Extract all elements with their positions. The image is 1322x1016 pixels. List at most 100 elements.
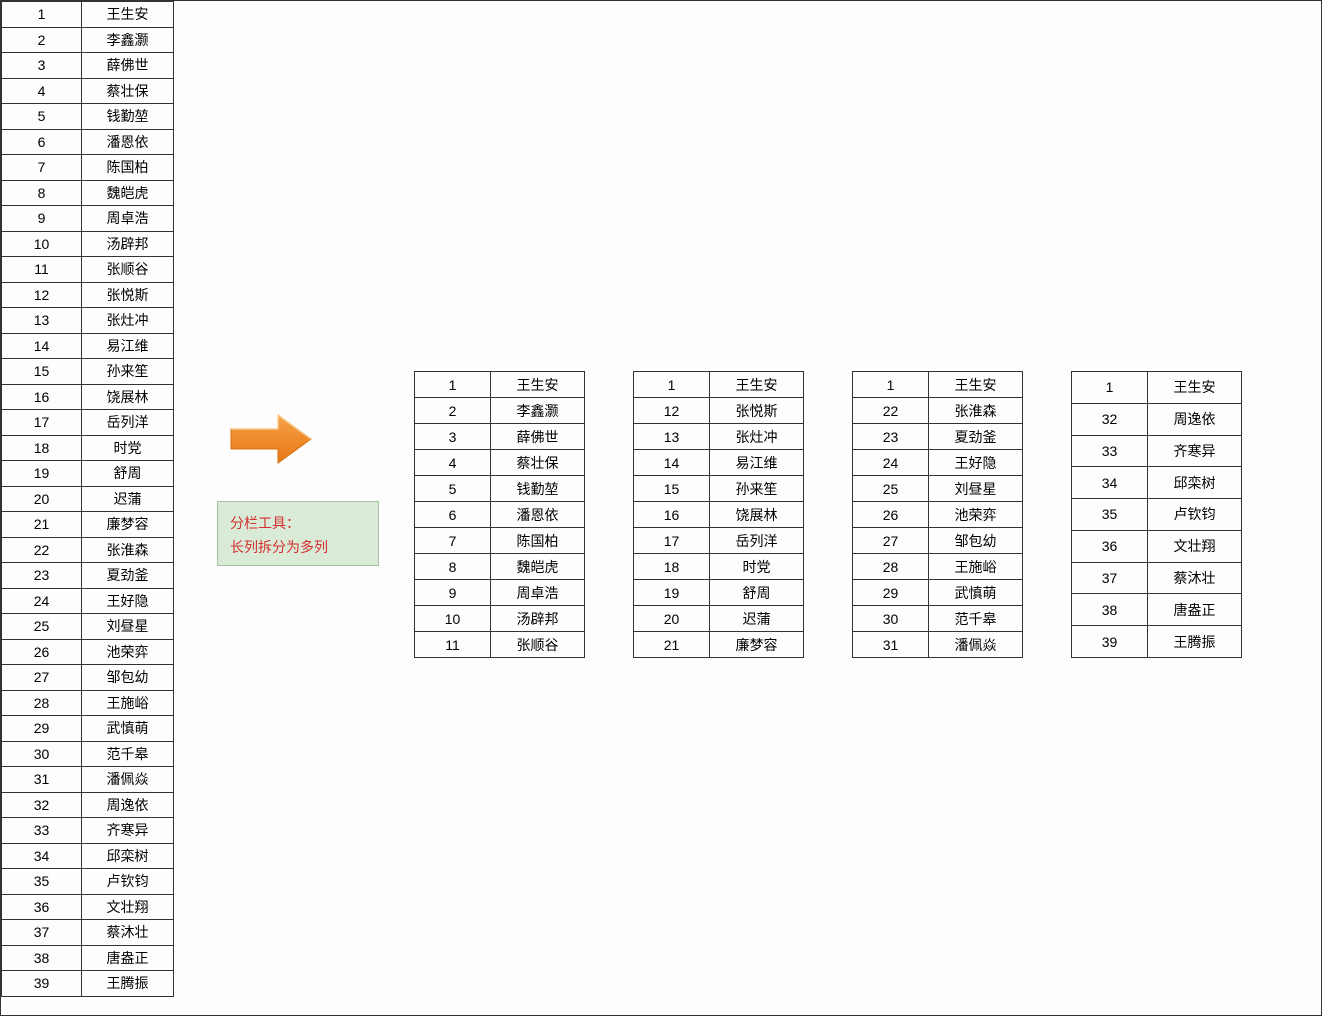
- row-number[interactable]: 5: [415, 476, 491, 502]
- table-row[interactable]: 36文壮翔: [1072, 530, 1242, 562]
- table-row[interactable]: 27邹包幼: [2, 665, 174, 691]
- table-row[interactable]: 15孙来笙: [2, 359, 174, 385]
- row-name[interactable]: 周逸依: [1148, 403, 1242, 435]
- row-number[interactable]: 31: [2, 767, 82, 793]
- table-row[interactable]: 11张顺谷: [2, 257, 174, 283]
- row-name[interactable]: 张淮森: [929, 398, 1023, 424]
- row-name[interactable]: 王施峪: [82, 690, 174, 716]
- row-number[interactable]: 21: [2, 512, 82, 538]
- row-number[interactable]: 34: [2, 843, 82, 869]
- row-number[interactable]: 3: [2, 53, 82, 79]
- table-row[interactable]: 14易江维: [2, 333, 174, 359]
- row-name[interactable]: 唐盎正: [1148, 594, 1242, 626]
- table-row[interactable]: 5钱勤堃: [2, 104, 174, 130]
- table-row[interactable]: 4蔡壮保: [415, 450, 585, 476]
- table-row[interactable]: 1王生安: [853, 372, 1023, 398]
- row-name[interactable]: 张淮森: [82, 537, 174, 563]
- table-row[interactable]: 13张灶冲: [2, 308, 174, 334]
- table-row[interactable]: 38唐盎正: [1072, 594, 1242, 626]
- row-name[interactable]: 夏劲釜: [82, 563, 174, 589]
- table-row[interactable]: 37蔡沐壮: [1072, 562, 1242, 594]
- table-row[interactable]: 7陈国柏: [415, 528, 585, 554]
- table-row[interactable]: 31潘佩焱: [2, 767, 174, 793]
- row-number[interactable]: 13: [634, 424, 710, 450]
- row-number[interactable]: 37: [1072, 562, 1148, 594]
- row-number[interactable]: 38: [1072, 594, 1148, 626]
- row-name[interactable]: 李鑫灏: [82, 27, 174, 53]
- row-name[interactable]: 孙来笙: [82, 359, 174, 385]
- table-row[interactable]: 37蔡沐壮: [2, 920, 174, 946]
- row-number[interactable]: 36: [1072, 530, 1148, 562]
- table-row[interactable]: 8魏皑虎: [2, 180, 174, 206]
- row-number[interactable]: 21: [634, 632, 710, 658]
- table-row[interactable]: 39王腾振: [2, 971, 174, 997]
- table-row[interactable]: 18时党: [2, 435, 174, 461]
- row-number[interactable]: 11: [2, 257, 82, 283]
- row-name[interactable]: 迟蒲: [82, 486, 174, 512]
- table-row[interactable]: 24王好隐: [2, 588, 174, 614]
- table-row[interactable]: 1王生安: [1072, 372, 1242, 404]
- table-row[interactable]: 1王生安: [415, 372, 585, 398]
- row-name[interactable]: 饶展林: [710, 502, 804, 528]
- table-row[interactable]: 18时党: [634, 554, 804, 580]
- row-number[interactable]: 24: [2, 588, 82, 614]
- row-name[interactable]: 汤辟邦: [82, 231, 174, 257]
- row-number[interactable]: 7: [415, 528, 491, 554]
- table-row[interactable]: 38唐盎正: [2, 945, 174, 971]
- row-name[interactable]: 易江维: [710, 450, 804, 476]
- row-number[interactable]: 34: [1072, 467, 1148, 499]
- row-number[interactable]: 1: [634, 372, 710, 398]
- row-number[interactable]: 27: [2, 665, 82, 691]
- row-number[interactable]: 27: [853, 528, 929, 554]
- table-row[interactable]: 21廉梦容: [634, 632, 804, 658]
- table-row[interactable]: 28王施峪: [2, 690, 174, 716]
- row-name[interactable]: 齐寒异: [82, 818, 174, 844]
- row-name[interactable]: 饶展林: [82, 384, 174, 410]
- table-row[interactable]: 35卢钦钧: [2, 869, 174, 895]
- row-name[interactable]: 廉梦容: [82, 512, 174, 538]
- row-name[interactable]: 潘佩焱: [82, 767, 174, 793]
- row-number[interactable]: 9: [2, 206, 82, 232]
- table-row[interactable]: 17岳列洋: [634, 528, 804, 554]
- table-row[interactable]: 26池荣弈: [2, 639, 174, 665]
- row-name[interactable]: 陈国柏: [491, 528, 585, 554]
- table-row[interactable]: 20迟蒲: [2, 486, 174, 512]
- row-name[interactable]: 廉梦容: [710, 632, 804, 658]
- row-name[interactable]: 邹包幼: [82, 665, 174, 691]
- row-number[interactable]: 25: [853, 476, 929, 502]
- table-row[interactable]: 32周逸依: [2, 792, 174, 818]
- table-row[interactable]: 14易江维: [634, 450, 804, 476]
- table-row[interactable]: 12张悦斯: [2, 282, 174, 308]
- row-number[interactable]: 33: [2, 818, 82, 844]
- row-number[interactable]: 1: [853, 372, 929, 398]
- row-name[interactable]: 武慎萌: [929, 580, 1023, 606]
- row-number[interactable]: 22: [853, 398, 929, 424]
- row-number[interactable]: 32: [2, 792, 82, 818]
- row-name[interactable]: 钱勤堃: [491, 476, 585, 502]
- table-row[interactable]: 27邹包幼: [853, 528, 1023, 554]
- row-name[interactable]: 魏皑虎: [82, 180, 174, 206]
- table-row[interactable]: 28王施峪: [853, 554, 1023, 580]
- row-number[interactable]: 32: [1072, 403, 1148, 435]
- row-number[interactable]: 4: [2, 78, 82, 104]
- table-row[interactable]: 39王腾振: [1072, 626, 1242, 658]
- row-number[interactable]: 39: [2, 971, 82, 997]
- row-name[interactable]: 蔡壮保: [491, 450, 585, 476]
- row-name[interactable]: 陈国柏: [82, 155, 174, 181]
- table-row[interactable]: 10汤辟邦: [2, 231, 174, 257]
- row-number[interactable]: 17: [2, 410, 82, 436]
- row-name[interactable]: 王腾振: [82, 971, 174, 997]
- table-row[interactable]: 10汤辟邦: [415, 606, 585, 632]
- table-row[interactable]: 25刘昼星: [2, 614, 174, 640]
- table-row[interactable]: 11张顺谷: [415, 632, 585, 658]
- table-row[interactable]: 23夏劲釜: [2, 563, 174, 589]
- table-row[interactable]: 1王生安: [634, 372, 804, 398]
- table-row[interactable]: 6潘恩依: [2, 129, 174, 155]
- row-number[interactable]: 26: [853, 502, 929, 528]
- row-number[interactable]: 10: [415, 606, 491, 632]
- row-number[interactable]: 30: [853, 606, 929, 632]
- table-row[interactable]: 6潘恩依: [415, 502, 585, 528]
- row-name[interactable]: 池荣弈: [929, 502, 1023, 528]
- row-number[interactable]: 1: [415, 372, 491, 398]
- row-name[interactable]: 王生安: [1148, 372, 1242, 404]
